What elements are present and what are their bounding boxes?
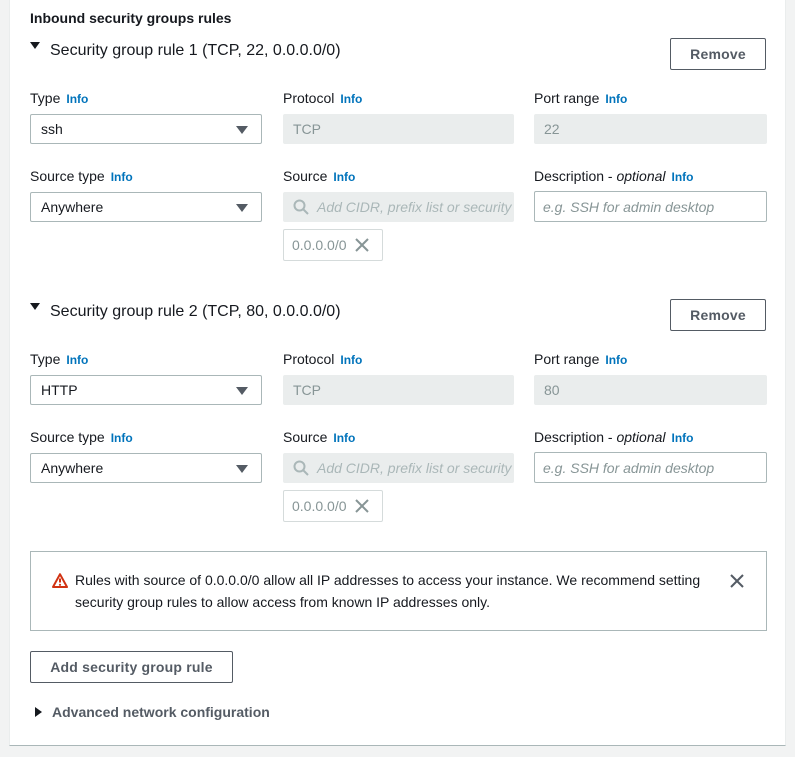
- dropdown-arrow-icon: [236, 126, 248, 134]
- type-info-link[interactable]: Info: [66, 353, 88, 367]
- dismiss-alert-icon[interactable]: [730, 574, 744, 588]
- inbound-rules-panel: Inbound security groups rules Security g…: [9, 0, 786, 746]
- source-type-label: Source type Info: [30, 429, 133, 445]
- alert-message: Rules with source of 0.0.0.0/0 allow all…: [75, 572, 701, 610]
- remove-rule-2-button[interactable]: Remove: [670, 299, 766, 331]
- description-label: Description - optional Info: [534, 168, 694, 184]
- dropdown-arrow-icon: [236, 465, 248, 473]
- expand-caret-icon: [35, 707, 42, 717]
- protocol-field: TCP: [283, 114, 514, 144]
- dropdown-arrow-icon: [236, 387, 248, 395]
- type-select-value: ssh: [41, 121, 63, 137]
- close-icon[interactable]: [354, 238, 369, 252]
- source-label: Source Info: [283, 429, 356, 445]
- close-icon[interactable]: [354, 499, 369, 513]
- description-input[interactable]: e.g. SSH for admin desktop: [534, 452, 767, 483]
- port-range-label: Port range Info: [534, 90, 628, 106]
- type-label: Type Info: [30, 90, 89, 106]
- type-info-link[interactable]: Info: [66, 92, 88, 106]
- port-info-link[interactable]: Info: [605, 92, 627, 106]
- port-info-link[interactable]: Info: [605, 353, 627, 367]
- source-placeholder: Add CIDR, prefix list or security: [317, 199, 512, 215]
- dropdown-arrow-icon: [236, 204, 248, 212]
- source-type-label: Source type Info: [30, 168, 133, 184]
- advanced-network-label: Advanced network configuration: [52, 704, 270, 720]
- source-token: 0.0.0.0/0: [283, 490, 383, 522]
- collapse-caret-icon[interactable]: [30, 302, 40, 310]
- description-label: Description - optional Info: [534, 429, 694, 445]
- collapse-caret-icon[interactable]: [30, 41, 40, 49]
- source-type-info-link[interactable]: Info: [111, 170, 133, 184]
- source-search-input[interactable]: Add CIDR, prefix list or security: [283, 453, 514, 483]
- rule-2-title: Security group rule 2 (TCP, 80, 0.0.0.0/…: [50, 303, 341, 320]
- source-info-link[interactable]: Info: [333, 170, 355, 184]
- source-type-select[interactable]: Anywhere: [30, 192, 262, 222]
- source-placeholder: Add CIDR, prefix list or security: [317, 460, 512, 476]
- protocol-label: Protocol Info: [283, 90, 363, 106]
- description-input[interactable]: e.g. SSH for admin desktop: [534, 191, 767, 222]
- section-title: Inbound security groups rules: [30, 10, 232, 26]
- port-range-field: 80: [534, 375, 767, 405]
- advanced-network-toggle[interactable]: Advanced network configuration: [35, 704, 270, 720]
- type-select[interactable]: ssh: [30, 114, 262, 144]
- source-type-value: Anywhere: [41, 199, 104, 215]
- source-token-label: 0.0.0.0/0: [292, 498, 347, 514]
- type-select-value: HTTP: [41, 382, 78, 398]
- add-security-group-rule-button[interactable]: Add security group rule: [30, 651, 233, 683]
- source-type-select[interactable]: Anywhere: [30, 453, 262, 483]
- port-range-field: 22: [534, 114, 767, 144]
- protocol-field: TCP: [283, 375, 514, 405]
- remove-rule-1-button[interactable]: Remove: [670, 38, 766, 70]
- warning-alert: Rules with source of 0.0.0.0/0 allow all…: [30, 551, 767, 631]
- source-type-info-link[interactable]: Info: [111, 431, 133, 445]
- protocol-info-link[interactable]: Info: [340, 353, 362, 367]
- rule-2-header[interactable]: Security group rule 2 (TCP, 80, 0.0.0.0/…: [30, 302, 341, 321]
- protocol-label: Protocol Info: [283, 351, 363, 367]
- search-icon: [293, 460, 309, 476]
- type-select[interactable]: HTTP: [30, 375, 262, 405]
- description-info-link[interactable]: Info: [672, 431, 694, 445]
- protocol-info-link[interactable]: Info: [340, 92, 362, 106]
- source-search-input[interactable]: Add CIDR, prefix list or security: [283, 192, 514, 222]
- type-label: Type Info: [30, 351, 89, 367]
- source-token: 0.0.0.0/0: [283, 229, 383, 261]
- source-info-link[interactable]: Info: [333, 431, 355, 445]
- source-label: Source Info: [283, 168, 356, 184]
- search-icon: [293, 199, 309, 215]
- port-range-label: Port range Info: [534, 351, 628, 367]
- source-token-label: 0.0.0.0/0: [292, 237, 347, 253]
- rule-1-header[interactable]: Security group rule 1 (TCP, 22, 0.0.0.0/…: [30, 41, 341, 60]
- description-info-link[interactable]: Info: [672, 170, 694, 184]
- source-type-value: Anywhere: [41, 460, 104, 476]
- warning-icon: [52, 573, 68, 588]
- rule-1-title: Security group rule 1 (TCP, 22, 0.0.0.0/…: [50, 42, 341, 59]
